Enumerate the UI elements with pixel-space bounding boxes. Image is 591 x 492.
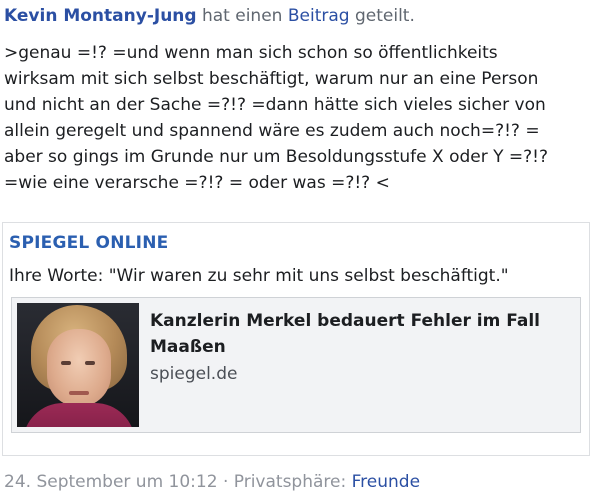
footer-separator: ·	[222, 472, 229, 492]
post-text-line: allein geregelt und spannend wäre es zud…	[4, 121, 540, 141]
shared-source-name[interactable]: SPIEGEL ONLINE	[9, 233, 168, 253]
post-text-line: wirksam mit sich selbst beschäftigt, war…	[4, 69, 539, 89]
header-text-geteilt: geteilt.	[354, 6, 415, 26]
post-text-line: =wie eine verarsche =?!? = oder was =?!?…	[4, 173, 390, 193]
article-domain: spiegel.de	[150, 364, 238, 384]
shared-content-card[interactable]: SPIEGEL ONLINE Ihre Worte: "Wir waren zu…	[2, 222, 590, 456]
post-text-line: >genau =!? =und wenn man sich schon so ö…	[4, 43, 498, 63]
thumbnail-eye	[61, 361, 71, 365]
article-thumbnail-image[interactable]	[17, 303, 139, 427]
post-text: >genau =!? =und wenn man sich schon so ö…	[4, 40, 589, 196]
post-header: Kevin Montany-Jung hat einen Beitrag get…	[4, 6, 415, 26]
privacy-audience-link[interactable]: Freunde	[352, 472, 420, 492]
post-link[interactable]: Beitrag	[288, 6, 350, 26]
post-text-line: und nicht an der Sache =?!? =dann hätte …	[4, 95, 546, 115]
post-text-line: aber so gings im Grunde nur um Besoldung…	[4, 147, 549, 167]
post-timestamp[interactable]: 24. September um 10:12	[4, 472, 218, 492]
article-title[interactable]: Kanzlerin Merkel bedauert Fehler im Fall…	[150, 308, 560, 360]
header-text-shared: hat einen	[201, 6, 283, 26]
shared-quote-text: Ihre Worte: "Wir waren zu sehr mit uns s…	[9, 266, 509, 286]
author-name-link[interactable]: Kevin Montany-Jung	[4, 6, 197, 26]
privacy-label: Privatsphäre:	[233, 472, 347, 492]
thumbnail-eye	[85, 361, 95, 365]
link-preview[interactable]: Kanzlerin Merkel bedauert Fehler im Fall…	[11, 297, 581, 433]
post-footer: 24. September um 10:12 · Privatsphäre: F…	[4, 472, 420, 492]
thumbnail-face	[47, 329, 111, 407]
thumbnail-mouth	[69, 391, 89, 395]
